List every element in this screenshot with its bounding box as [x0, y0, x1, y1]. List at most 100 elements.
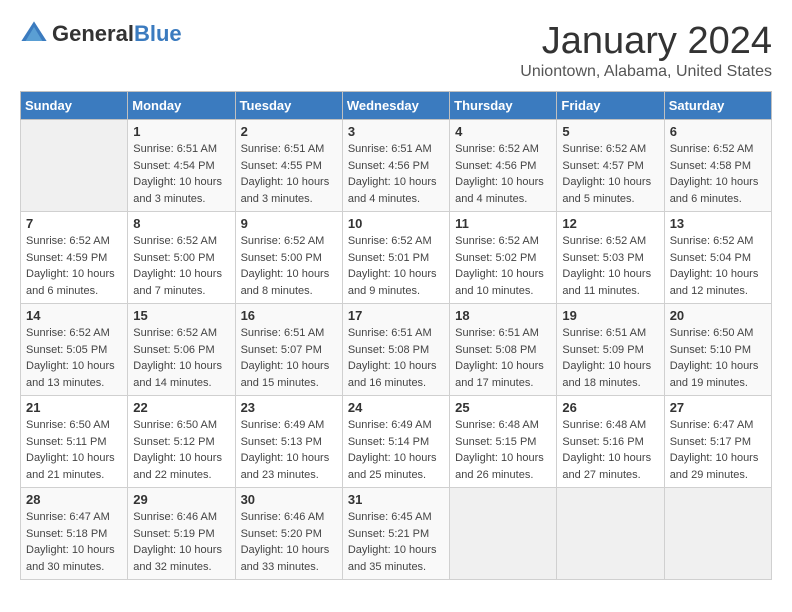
day-number: 28: [26, 492, 122, 507]
weekday-header-row: SundayMondayTuesdayWednesdayThursdayFrid…: [21, 92, 772, 120]
calendar-week-row: 7 Sunrise: 6:52 AMSunset: 4:59 PMDaylight…: [21, 212, 772, 304]
day-number: 9: [241, 216, 337, 231]
calendar-cell: 11Sunrise: 6:52 AMSunset: 5:02 PMDayligh…: [450, 212, 557, 304]
day-info: Sunrise: 6:50 AMSunset: 5:12 PMDaylight:…: [133, 417, 229, 483]
calendar-cell: 26Sunrise: 6:48 AMSunset: 5:16 PMDayligh…: [557, 396, 664, 488]
calendar-cell: 8Sunrise: 6:52 AMSunset: 5:00 PMDaylight…: [128, 212, 235, 304]
day-number: 7: [26, 216, 122, 231]
weekday-header: Friday: [557, 92, 664, 120]
day-info: Sunrise: 6:46 AMSunset: 5:20 PMDaylight:…: [241, 509, 337, 575]
day-number: 17: [348, 308, 444, 323]
day-info: Sunrise: 6:52 AMSunset: 4:56 PMDaylight:…: [455, 141, 551, 207]
calendar-cell: 7 Sunrise: 6:52 AMSunset: 4:59 PMDaylight…: [21, 212, 128, 304]
weekday-header: Thursday: [450, 92, 557, 120]
calendar-cell: 29 Sunrise: 6:46 AMSunset: 5:19 PMDayligh…: [128, 488, 235, 580]
calendar-cell: [450, 488, 557, 580]
calendar-table: SundayMondayTuesdayWednesdayThursdayFrid…: [20, 91, 772, 580]
page-header: GeneralBlue January 2024 Uniontown, Alab…: [20, 20, 772, 81]
calendar-cell: 24Sunrise: 6:49 AMSunset: 5:14 PMDayligh…: [342, 396, 449, 488]
day-info: Sunrise: 6:52 AMSunset: 5:00 PMDaylight:…: [241, 233, 337, 299]
location-title: Uniontown, Alabama, United States: [520, 63, 772, 81]
weekday-header: Sunday: [21, 92, 128, 120]
day-number: 13: [670, 216, 766, 231]
calendar-cell: 10 Sunrise: 6:52 AMSunset: 5:01 PMDayligh…: [342, 212, 449, 304]
day-info: Sunrise: 6:52 AMSunset: 4:58 PMDaylight:…: [670, 141, 766, 207]
day-number: 24: [348, 400, 444, 415]
day-info: Sunrise: 6:51 AMSunset: 4:54 PMDaylight:…: [133, 141, 229, 207]
day-number: 22: [133, 400, 229, 415]
day-info: Sunrise: 6:52 AMSunset: 5:01 PMDaylight:…: [348, 233, 444, 299]
calendar-cell: 14 Sunrise: 6:52 AMSunset: 5:05 PMDayligh…: [21, 304, 128, 396]
calendar-cell: 6 Sunrise: 6:52 AMSunset: 4:58 PMDaylight…: [664, 120, 771, 212]
calendar-cell: 27Sunrise: 6:47 AMSunset: 5:17 PMDayligh…: [664, 396, 771, 488]
calendar-cell: 12 Sunrise: 6:52 AMSunset: 5:03 PMDayligh…: [557, 212, 664, 304]
weekday-header: Monday: [128, 92, 235, 120]
calendar-cell: 16 Sunrise: 6:51 AMSunset: 5:07 PMDayligh…: [235, 304, 342, 396]
day-info: Sunrise: 6:47 AMSunset: 5:17 PMDaylight:…: [670, 417, 766, 483]
logo-text: GeneralBlue: [52, 21, 182, 47]
day-info: Sunrise: 6:52 AMSunset: 5:03 PMDaylight:…: [562, 233, 658, 299]
day-number: 8: [133, 216, 229, 231]
calendar-cell: 21 Sunrise: 6:50 AMSunset: 5:11 PMDayligh…: [21, 396, 128, 488]
calendar-cell: [21, 120, 128, 212]
calendar-week-row: 1 Sunrise: 6:51 AMSunset: 4:54 PMDaylight…: [21, 120, 772, 212]
weekday-header: Wednesday: [342, 92, 449, 120]
weekday-header: Tuesday: [235, 92, 342, 120]
calendar-cell: 4Sunrise: 6:52 AMSunset: 4:56 PMDaylight…: [450, 120, 557, 212]
day-number: 18: [455, 308, 551, 323]
calendar-cell: 20 Sunrise: 6:50 AMSunset: 5:10 PMDayligh…: [664, 304, 771, 396]
calendar-cell: 5 Sunrise: 6:52 AMSunset: 4:57 PMDaylight…: [557, 120, 664, 212]
calendar-cell: [664, 488, 771, 580]
day-number: 16: [241, 308, 337, 323]
calendar-week-row: 14 Sunrise: 6:52 AMSunset: 5:05 PMDayligh…: [21, 304, 772, 396]
calendar-cell: 28 Sunrise: 6:47 AMSunset: 5:18 PMDayligh…: [21, 488, 128, 580]
month-title: January 2024: [520, 20, 772, 63]
day-number: 19: [562, 308, 658, 323]
day-number: 31: [348, 492, 444, 507]
day-number: 3: [348, 124, 444, 139]
calendar-cell: [557, 488, 664, 580]
day-info: Sunrise: 6:51 AMSunset: 5:07 PMDaylight:…: [241, 325, 337, 391]
day-info: Sunrise: 6:46 AMSunset: 5:19 PMDaylight:…: [133, 509, 229, 575]
day-number: 10: [348, 216, 444, 231]
day-number: 25: [455, 400, 551, 415]
calendar-cell: 31 Sunrise: 6:45 AMSunset: 5:21 PMDayligh…: [342, 488, 449, 580]
day-info: Sunrise: 6:51 AMSunset: 5:08 PMDaylight:…: [348, 325, 444, 391]
day-info: Sunrise: 6:51 AMSunset: 5:09 PMDaylight:…: [562, 325, 658, 391]
day-number: 11: [455, 216, 551, 231]
day-number: 15: [133, 308, 229, 323]
logo: GeneralBlue: [20, 20, 182, 48]
day-info: Sunrise: 6:51 AMSunset: 4:55 PMDaylight:…: [241, 141, 337, 207]
calendar-cell: 2 Sunrise: 6:51 AMSunset: 4:55 PMDaylight…: [235, 120, 342, 212]
day-number: 12: [562, 216, 658, 231]
day-info: Sunrise: 6:50 AMSunset: 5:10 PMDaylight:…: [670, 325, 766, 391]
day-number: 20: [670, 308, 766, 323]
calendar-cell: 1 Sunrise: 6:51 AMSunset: 4:54 PMDaylight…: [128, 120, 235, 212]
day-info: Sunrise: 6:47 AMSunset: 5:18 PMDaylight:…: [26, 509, 122, 575]
day-number: 5: [562, 124, 658, 139]
calendar-cell: 25Sunrise: 6:48 AMSunset: 5:15 PMDayligh…: [450, 396, 557, 488]
day-number: 6: [670, 124, 766, 139]
day-number: 14: [26, 308, 122, 323]
day-info: Sunrise: 6:52 AMSunset: 4:59 PMDaylight:…: [26, 233, 122, 299]
calendar-cell: 3 Sunrise: 6:51 AMSunset: 4:56 PMDaylight…: [342, 120, 449, 212]
calendar-cell: 15 Sunrise: 6:52 AMSunset: 5:06 PMDayligh…: [128, 304, 235, 396]
day-info: Sunrise: 6:50 AMSunset: 5:11 PMDaylight:…: [26, 417, 122, 483]
day-info: Sunrise: 6:52 AMSunset: 5:05 PMDaylight:…: [26, 325, 122, 391]
day-number: 1: [133, 124, 229, 139]
day-info: Sunrise: 6:51 AMSunset: 4:56 PMDaylight:…: [348, 141, 444, 207]
calendar-cell: 30Sunrise: 6:46 AMSunset: 5:20 PMDayligh…: [235, 488, 342, 580]
day-number: 23: [241, 400, 337, 415]
calendar-week-row: 21 Sunrise: 6:50 AMSunset: 5:11 PMDayligh…: [21, 396, 772, 488]
day-info: Sunrise: 6:52 AMSunset: 4:57 PMDaylight:…: [562, 141, 658, 207]
day-number: 26: [562, 400, 658, 415]
day-number: 29: [133, 492, 229, 507]
day-number: 21: [26, 400, 122, 415]
day-info: Sunrise: 6:45 AMSunset: 5:21 PMDaylight:…: [348, 509, 444, 575]
calendar-cell: 19 Sunrise: 6:51 AMSunset: 5:09 PMDayligh…: [557, 304, 664, 396]
day-info: Sunrise: 6:52 AMSunset: 5:06 PMDaylight:…: [133, 325, 229, 391]
calendar-cell: 23Sunrise: 6:49 AMSunset: 5:13 PMDayligh…: [235, 396, 342, 488]
day-number: 2: [241, 124, 337, 139]
calendar-cell: 22 Sunrise: 6:50 AMSunset: 5:12 PMDayligh…: [128, 396, 235, 488]
title-block: January 2024 Uniontown, Alabama, United …: [520, 20, 772, 81]
